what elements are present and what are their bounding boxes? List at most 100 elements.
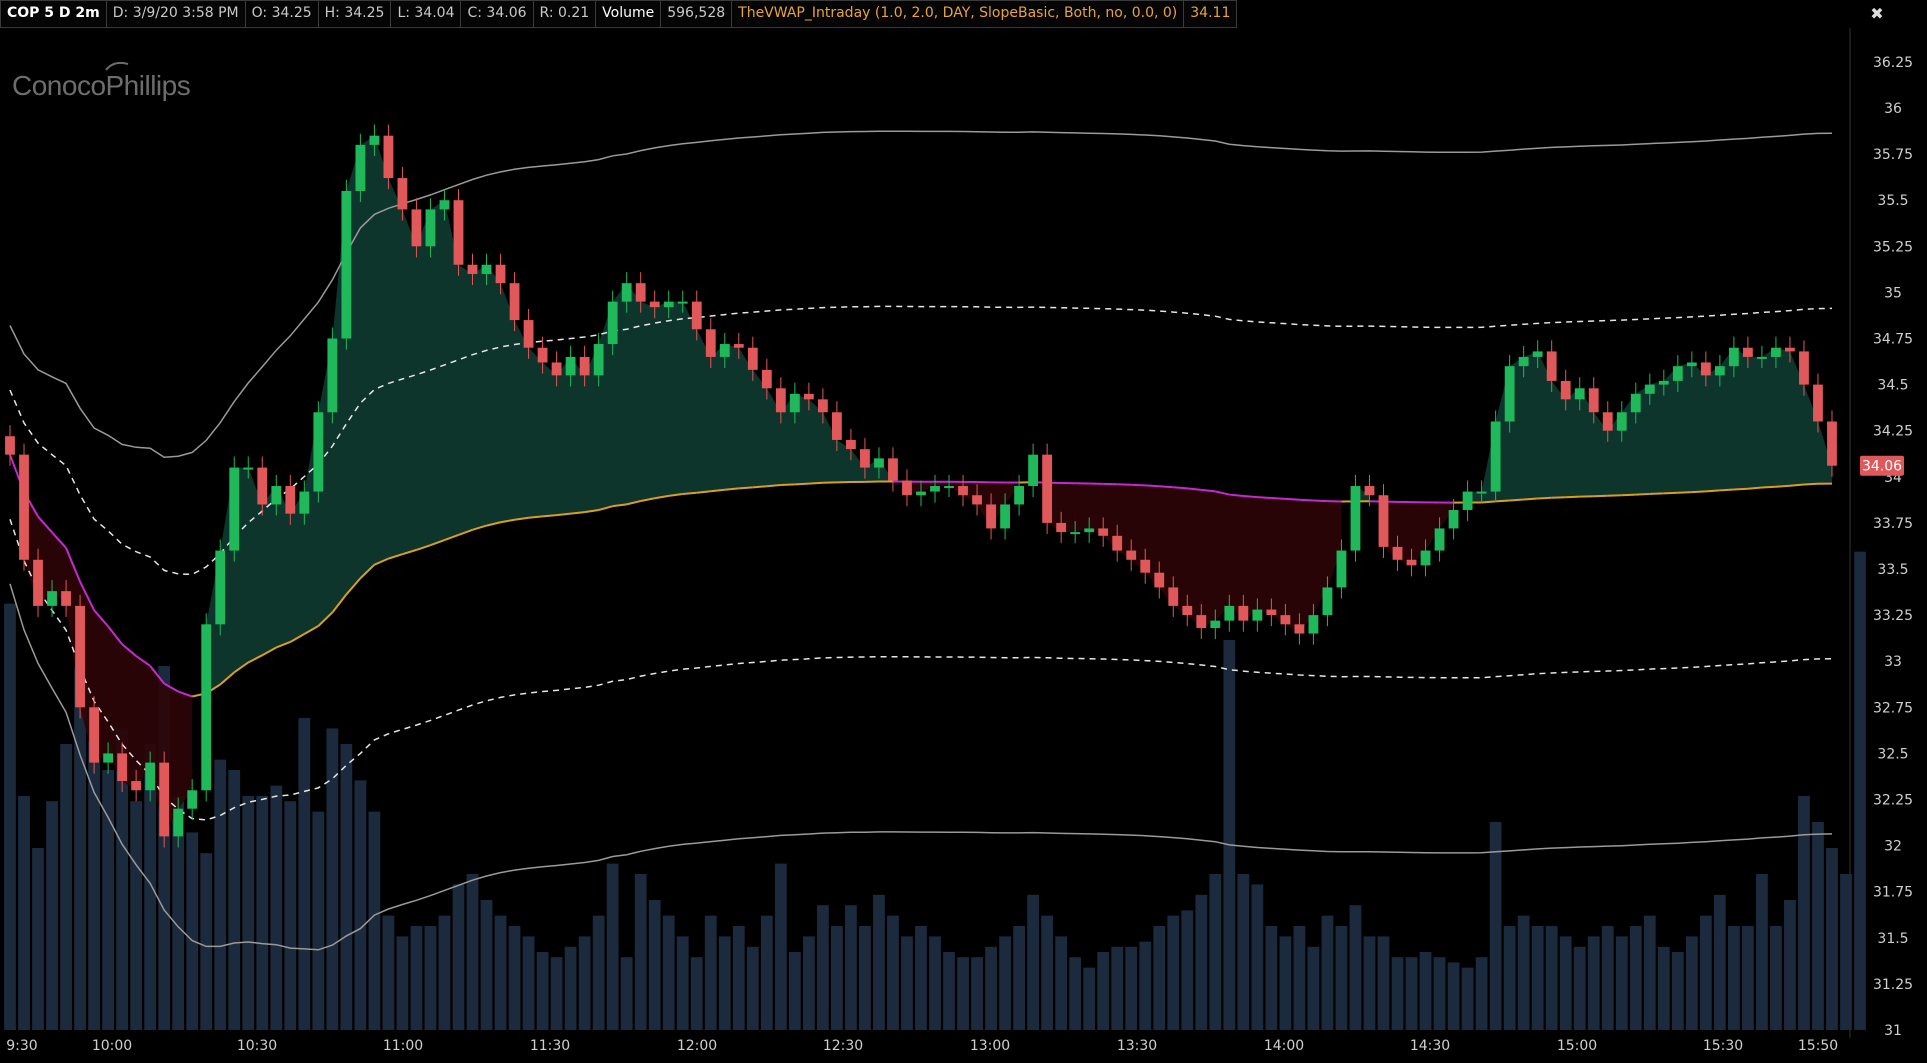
candle-body [131,781,142,791]
volume-bar [522,936,535,1030]
x-tick-label: 13:30 [1117,1038,1157,1054]
candle-body [1000,504,1010,529]
volume-bar [1349,905,1362,1030]
volume-bar [1587,936,1600,1030]
volume-bar [1545,926,1558,1030]
volume-bar [1756,874,1768,1030]
symbol-label[interactable]: COP 5 D 2m [0,0,107,28]
candle-body [1224,605,1235,621]
candle-body [1210,620,1221,629]
crosshair-cursor-icon[interactable]: ✖ [1862,2,1892,26]
candle-body [467,264,478,274]
volume-bar [410,926,423,1030]
candle-body [453,200,464,265]
price-chart[interactable]: 36.253635.7535.535.253534.7534.534.25343… [0,28,1927,1063]
volume-bar [396,936,409,1030]
vwap-line-segment [1663,491,1678,495]
candle-body [537,347,548,363]
candle-body [299,491,310,514]
volume-bar [4,603,16,1030]
volume-bar [452,884,465,1030]
y-tick-label: 32.25 [1873,793,1913,809]
candle-body [159,762,170,837]
candle-body [986,504,996,529]
volume-bar [340,744,353,1030]
candle-body [1336,550,1347,588]
vwap-line-segment [1229,493,1244,497]
candle-body [1056,522,1067,533]
y-tick-label: 35 [1884,285,1902,301]
volume-bar [1223,640,1236,1030]
candle-body [817,399,828,413]
candle-body [972,495,982,505]
candle-body [1294,624,1305,634]
volume-bar [312,811,325,1030]
volume-bar [1461,967,1474,1030]
candle-body [285,486,296,514]
volume-bar [802,936,815,1030]
volume-bar [718,936,731,1030]
candle-body [383,135,394,179]
candle-body [187,790,198,809]
volume-bar [130,801,143,1030]
volume-bar [1111,946,1124,1030]
volume-bar [943,952,955,1030]
volume-bar [32,848,44,1030]
y-tick-label: 33.25 [1873,608,1913,624]
candle-body [1546,351,1557,381]
candle-body [803,393,814,400]
volume-bar [746,946,759,1030]
volume-bar [368,811,381,1030]
candle-body [201,624,212,791]
vwap-study-label[interactable]: TheVWAP_Intraday (1.0, 2.0, DAY, SlopeBa… [732,0,1185,28]
volume-bar [845,905,857,1030]
volume-bar [774,863,787,1030]
volume-bar [466,874,479,1030]
candle-body [5,436,15,455]
last-price-label: 34.06 [1862,459,1902,475]
vwap-line-segment [1551,496,1566,499]
volume-bar [1013,926,1025,1030]
candle-body [593,344,604,376]
volume-bar [1812,822,1824,1030]
vwap-line-segment [1271,496,1286,500]
volume-bar [270,785,283,1030]
candle-body [1700,362,1711,376]
volume-bar [1826,848,1838,1030]
volume-bar [1307,946,1320,1030]
volume-bar [508,926,521,1030]
vwap-line-segment [1761,485,1776,489]
candle-body [579,356,590,376]
candle-body [145,762,156,791]
volume-bar [859,926,871,1030]
candle-body [355,144,366,191]
volume-bar [1615,936,1628,1030]
volume-bar [1209,874,1222,1030]
candle-body [397,178,408,210]
vwap-line-segment [1537,496,1552,500]
candle-body [1672,366,1683,381]
vwap-line-segment [766,484,781,488]
volume-bar [1489,822,1502,1030]
candle-body [1196,615,1207,629]
x-tick-label: 10:00 [92,1038,132,1054]
candle-body [1560,380,1571,400]
volume-bar [1784,900,1796,1030]
volume-bar [1531,926,1544,1030]
candle-body [1630,393,1641,413]
volume-bar [1153,926,1166,1030]
volume-bar [1125,946,1138,1030]
volume-bar [256,796,269,1030]
range-readout: R: 0.21 [533,0,597,28]
volume-bar [1237,874,1250,1030]
candle-body [1742,347,1753,357]
volume-bar [1629,926,1642,1030]
candle-body [1757,356,1767,359]
candle-body [103,753,114,763]
candle-body [860,449,870,468]
candle-body [607,301,618,345]
vwap-line-segment [1257,496,1272,499]
volume-bar [1335,926,1348,1030]
volume-label[interactable]: Volume [596,0,662,28]
volume-bar [354,780,367,1030]
